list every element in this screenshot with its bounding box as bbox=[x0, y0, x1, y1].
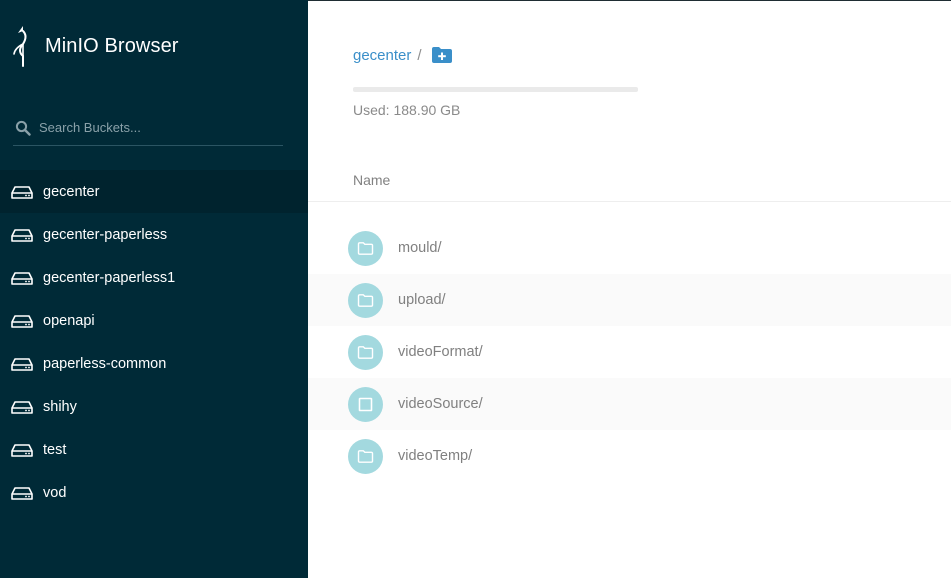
hard-drive-icon bbox=[11, 228, 33, 242]
file-row-videotemp[interactable]: videoTemp/ bbox=[308, 430, 951, 482]
bucket-item-test[interactable]: test bbox=[0, 428, 308, 471]
bucket-label: gecenter bbox=[43, 183, 100, 200]
hard-drive-icon bbox=[11, 271, 33, 285]
storage-usage: Used: 188.90 GB bbox=[353, 87, 638, 118]
hard-drive-icon bbox=[11, 443, 33, 457]
usage-text: Used: 188.90 GB bbox=[353, 102, 461, 118]
sidebar: MinIO Browser gecenter gecenter-paperles… bbox=[0, 0, 308, 578]
select-checkbox-icon[interactable] bbox=[348, 386, 383, 422]
bucket-list: gecenter gecenter-paperless gecenter-pap… bbox=[0, 170, 308, 514]
new-folder-icon[interactable] bbox=[431, 46, 453, 64]
breadcrumb-separator: / bbox=[417, 46, 422, 64]
file-name: upload/ bbox=[398, 292, 446, 308]
brand-title: MinIO Browser bbox=[45, 34, 179, 57]
file-list-header: Name bbox=[308, 160, 951, 202]
file-name: mould/ bbox=[398, 240, 442, 256]
folder-icon[interactable] bbox=[348, 230, 383, 266]
breadcrumb: gecenter / bbox=[353, 46, 453, 64]
search-buckets-input[interactable] bbox=[39, 120, 269, 135]
file-name: videoSource/ bbox=[398, 396, 483, 412]
bucket-label: vod bbox=[43, 484, 67, 501]
file-row-upload[interactable]: upload/ bbox=[308, 274, 951, 326]
file-row-videoformat[interactable]: videoFormat/ bbox=[308, 326, 951, 378]
hard-drive-icon bbox=[11, 357, 33, 371]
usage-progress-bar bbox=[353, 87, 638, 92]
file-row-videosource[interactable]: videoSource/ bbox=[308, 378, 951, 430]
bucket-label: shihy bbox=[43, 398, 77, 415]
file-row-mould[interactable]: mould/ bbox=[308, 222, 951, 274]
minio-logo-icon bbox=[13, 26, 27, 67]
bucket-label: openapi bbox=[43, 312, 95, 329]
bucket-item-vod[interactable]: vod bbox=[0, 471, 308, 514]
folder-icon[interactable] bbox=[348, 334, 383, 370]
folder-icon[interactable] bbox=[348, 438, 383, 474]
object-browser: gecenter / Used: 188.90 GB Name mould/ u… bbox=[308, 0, 951, 578]
hard-drive-icon bbox=[11, 400, 33, 414]
folder-icon[interactable] bbox=[348, 282, 383, 318]
brand: MinIO Browser bbox=[11, 24, 179, 68]
hard-drive-icon bbox=[11, 314, 33, 328]
bucket-item-gecenter-paperless1[interactable]: gecenter-paperless1 bbox=[0, 256, 308, 299]
file-list: mould/ upload/ videoFormat/ videoSource/… bbox=[308, 222, 951, 482]
bucket-label: test bbox=[43, 441, 67, 458]
hard-drive-icon bbox=[11, 486, 33, 500]
bucket-item-openapi[interactable]: openapi bbox=[0, 299, 308, 342]
bucket-search bbox=[13, 110, 283, 146]
bucket-item-gecenter[interactable]: gecenter bbox=[0, 170, 308, 213]
hard-drive-icon bbox=[11, 185, 33, 199]
file-name: videoTemp/ bbox=[398, 448, 473, 464]
bucket-item-paperless-common[interactable]: paperless-common bbox=[0, 342, 308, 385]
search-icon bbox=[15, 120, 31, 136]
breadcrumb-bucket-link[interactable]: gecenter bbox=[353, 47, 411, 64]
file-name: videoFormat/ bbox=[398, 344, 483, 360]
bucket-label: paperless-common bbox=[43, 355, 167, 372]
bucket-label: gecenter-paperless1 bbox=[43, 269, 176, 286]
bucket-item-gecenter-paperless[interactable]: gecenter-paperless bbox=[0, 213, 308, 256]
bucket-item-shihy[interactable]: shihy bbox=[0, 385, 308, 428]
bucket-label: gecenter-paperless bbox=[43, 226, 168, 243]
column-header-name[interactable]: Name bbox=[353, 172, 390, 188]
